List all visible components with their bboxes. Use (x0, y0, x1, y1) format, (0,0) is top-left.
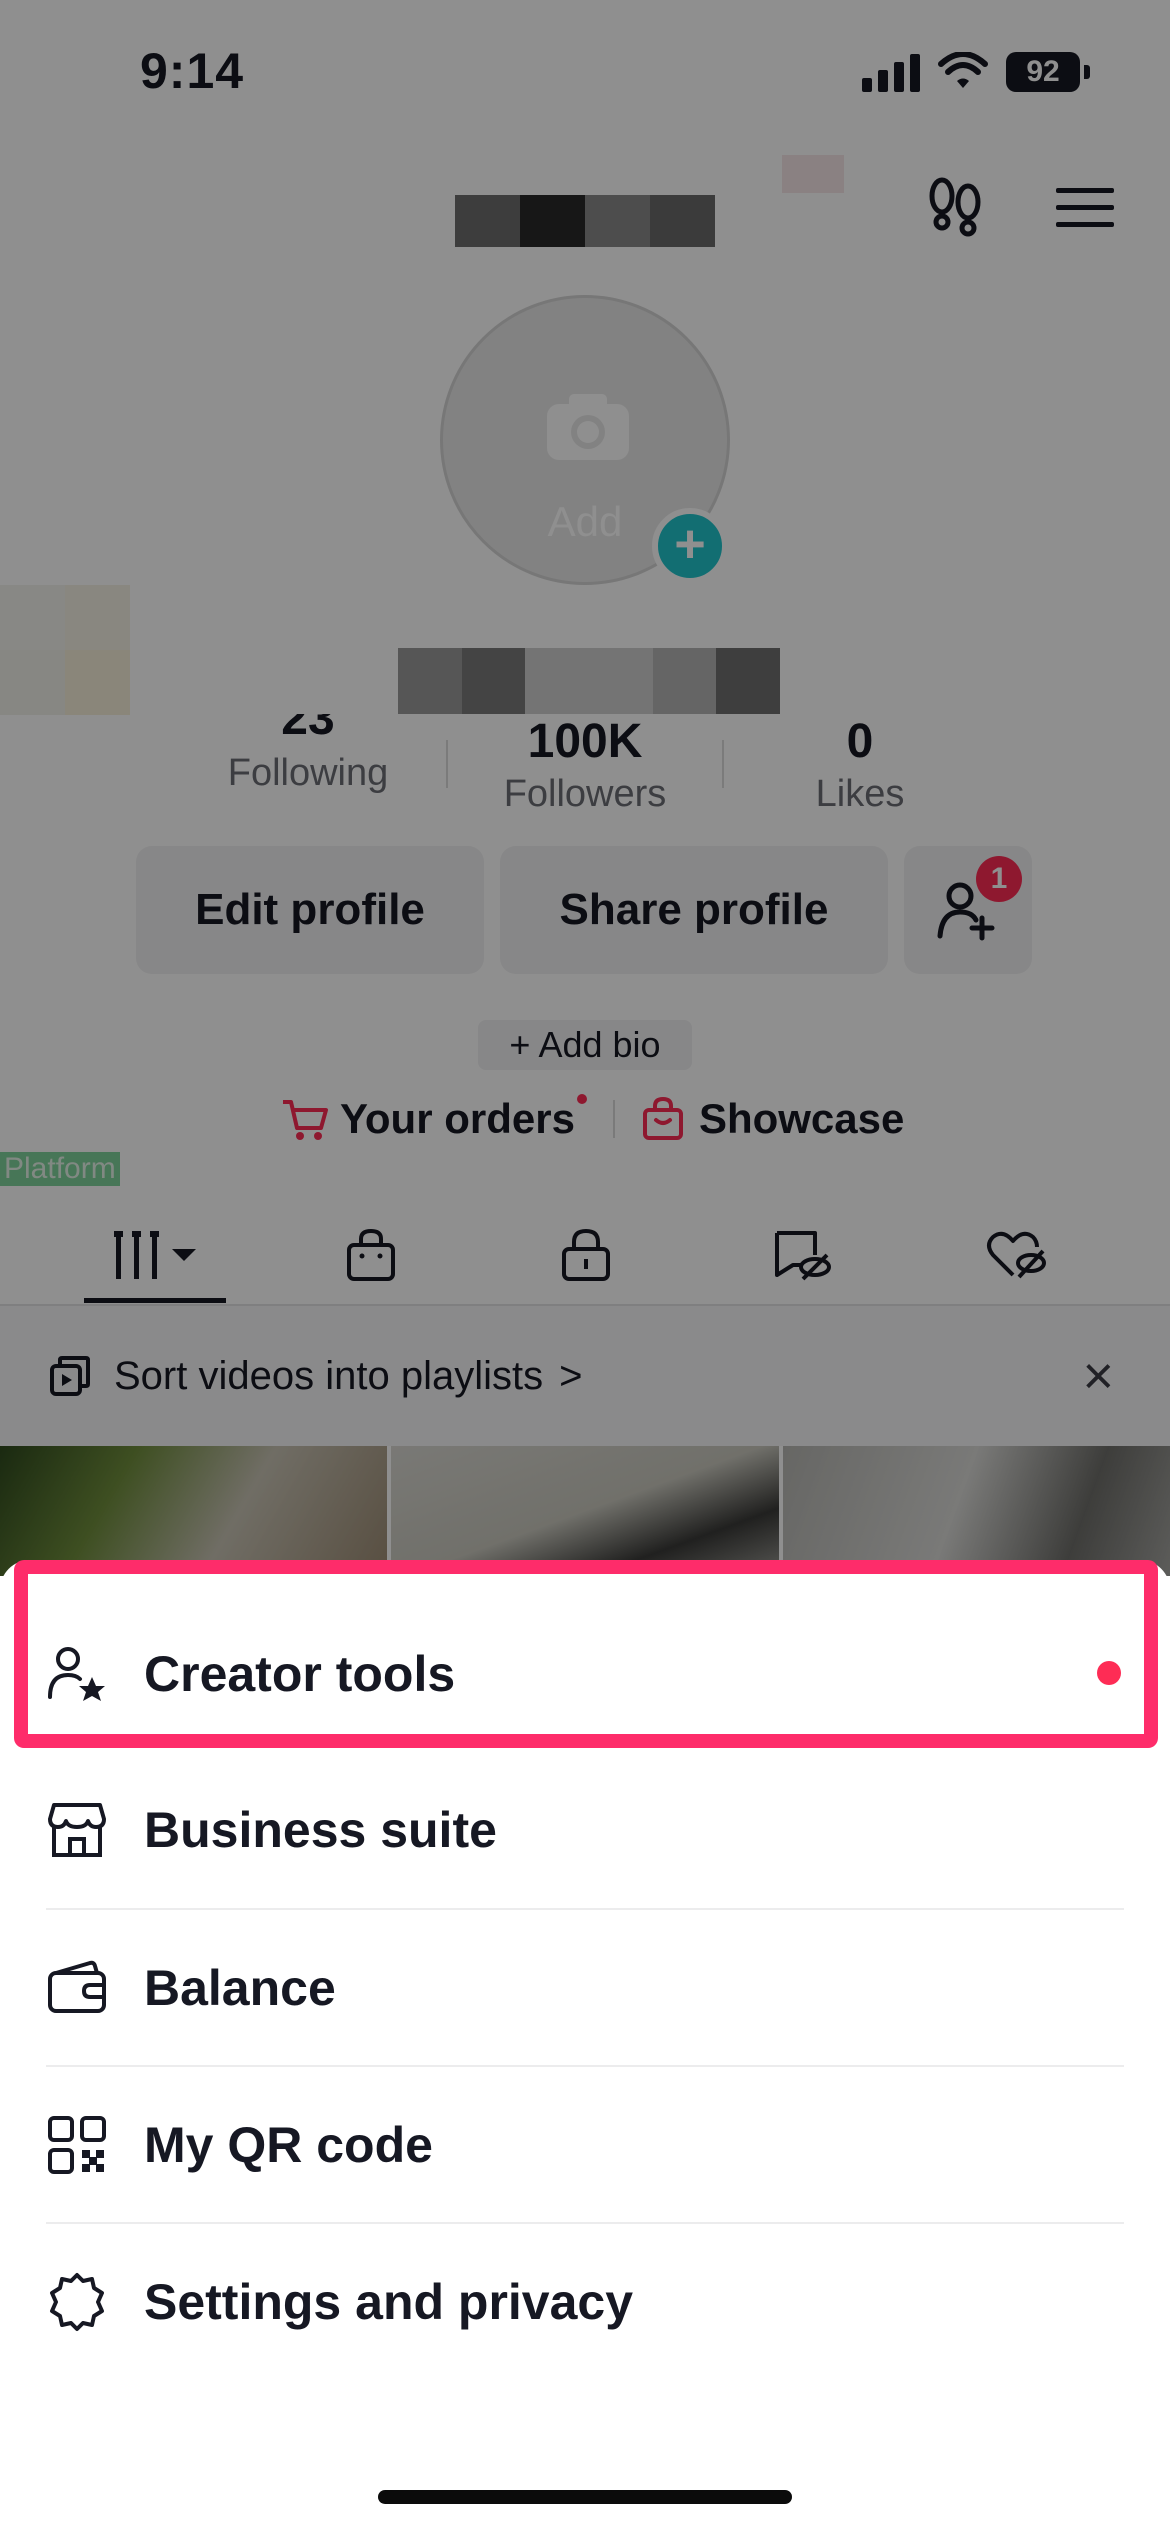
menu-item-label: Business suite (144, 1802, 497, 1858)
modal-backdrop[interactable] (0, 0, 1170, 1576)
menu-item-balance[interactable]: Balance (0, 1910, 1170, 2066)
menu-item-label: Balance (144, 1960, 336, 2016)
menu-item-business-suite[interactable]: Business suite (0, 1752, 1170, 1908)
gear-icon (50, 2273, 104, 2331)
wallet-icon (48, 1960, 106, 2013)
storefront-icon (48, 1803, 106, 1857)
menu-item-label: My QR code (144, 2117, 433, 2173)
home-indicator[interactable] (378, 2490, 792, 2504)
menu-item-qr-code[interactable]: My QR code (0, 2067, 1170, 2223)
qr-code-icon (48, 2116, 106, 2174)
menu-item-label: Settings and privacy (144, 2274, 634, 2330)
menu-item-settings-privacy[interactable]: Settings and privacy (0, 2224, 1170, 2380)
highlight-box (14, 1560, 1158, 1748)
